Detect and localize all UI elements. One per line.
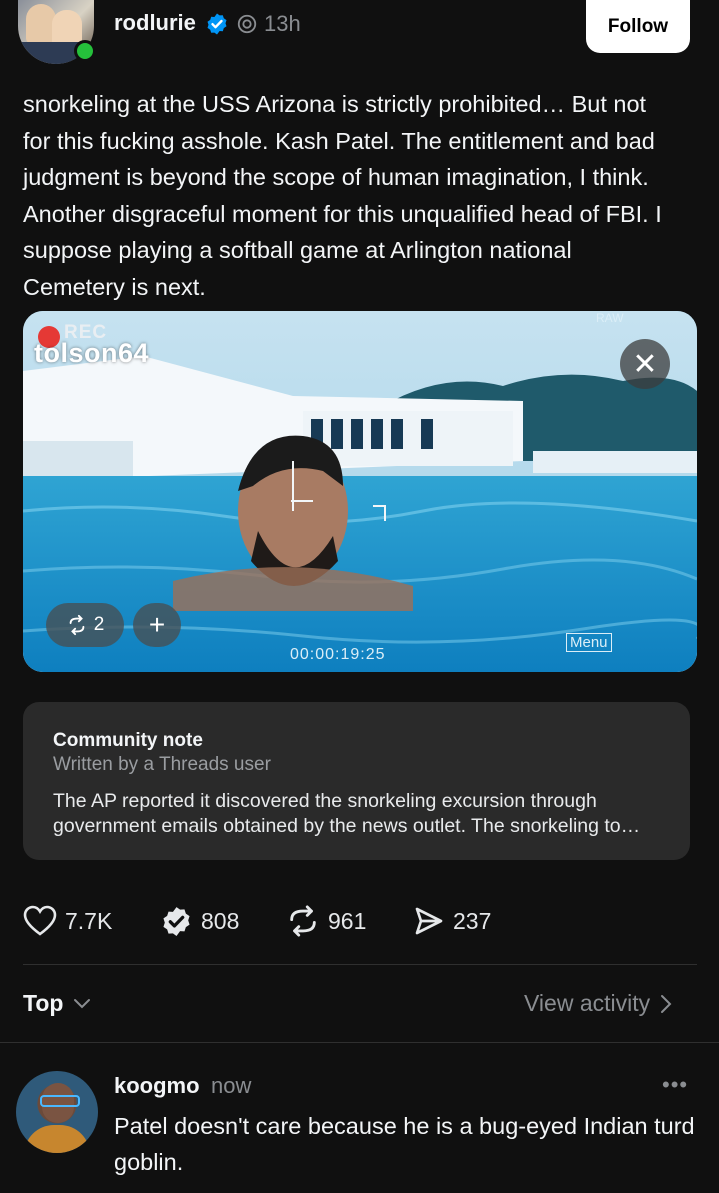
- view-activity-label: View activity: [524, 990, 651, 1016]
- verified-badge-icon: [207, 13, 227, 35]
- media-watermark: tolson64: [34, 338, 150, 368]
- repost-count: 961: [328, 907, 367, 934]
- post-timestamp: 13h: [264, 11, 301, 36]
- media-repost-count: 2: [93, 614, 105, 635]
- repost-icon: [69, 614, 85, 636]
- view-activity-link[interactable]: View activity: [524, 990, 672, 1017]
- share-button[interactable]: 237: [413, 904, 491, 938]
- post-body-text: snorkeling at the USS Arizona is strictl…: [23, 91, 662, 300]
- like-count: 7.7K: [65, 907, 113, 934]
- online-status-dot: [74, 40, 96, 62]
- divider: [23, 964, 697, 965]
- reply-username[interactable]: koogmo: [114, 1073, 200, 1099]
- community-note-body: The AP reported it discovered the snorke…: [53, 790, 641, 837]
- community-note-subtitle: Written by a Threads user: [53, 754, 271, 775]
- media-add-button[interactable]: +: [133, 603, 181, 647]
- raw-label: RAW: [596, 311, 624, 325]
- reply-timestamp: now: [211, 1073, 252, 1098]
- heart-icon: [23, 905, 57, 936]
- reply-avatar[interactable]: [16, 1071, 98, 1153]
- media-repost-button[interactable]: 2: [46, 603, 124, 647]
- media-timecode: 00:00:19:25: [290, 646, 386, 663]
- follow-button[interactable]: Follow: [586, 0, 690, 53]
- checkmark-badge-icon: [163, 906, 190, 936]
- send-icon: [415, 907, 443, 935]
- divider: [0, 1042, 719, 1043]
- author-username[interactable]: rodlurie: [114, 10, 196, 36]
- like-button[interactable]: 7.7K: [23, 904, 112, 938]
- close-media-button[interactable]: ✕: [620, 339, 670, 389]
- sort-label: Top: [23, 990, 64, 1016]
- chevron-right-icon: [661, 994, 672, 1013]
- repost-button[interactable]: 961: [286, 904, 366, 938]
- more-options-icon[interactable]: •••: [662, 1072, 688, 1098]
- quote-button[interactable]: 808: [160, 904, 239, 938]
- reply-body-text: Patel doesn't care because he is a bug-e…: [114, 1113, 695, 1175]
- sort-dropdown[interactable]: Top: [23, 990, 91, 1017]
- repost-icon: [290, 905, 316, 937]
- threads-logo-icon: [237, 14, 257, 34]
- media-menu-label: Menu: [566, 633, 612, 652]
- chevron-down-icon: [74, 998, 91, 1008]
- share-count: 237: [453, 907, 492, 934]
- quote-count: 808: [201, 907, 240, 934]
- community-note-title: Community note: [53, 730, 203, 751]
